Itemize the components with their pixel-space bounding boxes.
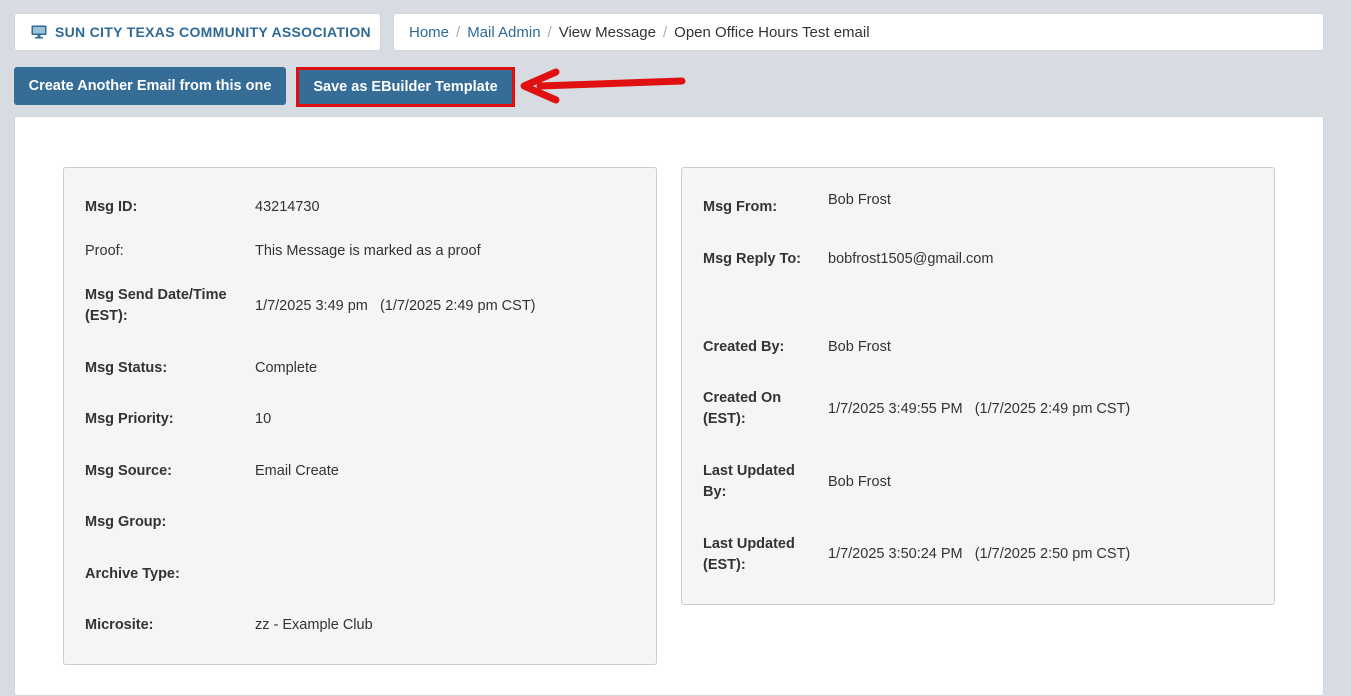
annotation-arrow-icon xyxy=(520,68,686,104)
created-by-value: Bob Frost xyxy=(828,339,891,355)
source-label: Msg Source: xyxy=(85,463,173,479)
breadcrumb-separator: / xyxy=(547,23,552,41)
send-date-value: 1/7/2025 3:49 pm (1/7/2025 2:49 pm CST) xyxy=(255,298,536,314)
updated-on-label-line2: (EST): xyxy=(703,557,746,573)
microsite-label: Microsite: xyxy=(85,617,154,633)
message-info-panel: Msg ID: 43214730 Proof: This Message is … xyxy=(63,167,657,665)
proof-label: Proof: xyxy=(85,243,124,259)
msg-id-label: Msg ID: xyxy=(85,199,138,215)
breadcrumb-current: Open Office Hours Test email xyxy=(674,23,870,41)
archive-type-label: Archive Type: xyxy=(85,566,180,582)
create-another-email-button[interactable]: Create Another Email from this one xyxy=(14,67,286,105)
breadcrumb-home[interactable]: Home xyxy=(409,24,449,41)
msg-reply-to-value: bobfrost1505@gmail.com xyxy=(828,251,994,267)
created-on-label-line2: (EST): xyxy=(703,411,746,427)
highlight-box: Save as EBuilder Template xyxy=(296,67,515,107)
save-template-button[interactable]: Save as EBuilder Template xyxy=(299,70,512,104)
updated-by-label-line2: By: xyxy=(703,484,727,500)
breadcrumb-separator: / xyxy=(456,23,461,41)
updated-by-value: Bob Frost xyxy=(828,474,891,490)
status-value: Complete xyxy=(255,360,318,376)
group-label: Msg Group: xyxy=(85,514,167,530)
created-on-value: 1/7/2025 3:49:55 PM (1/7/2025 2:49 pm CS… xyxy=(828,401,1131,417)
breadcrumb-separator: / xyxy=(663,23,668,41)
created-on-label: Created On (EST): xyxy=(703,388,781,430)
send-date-label-line1: Msg Send Date/Time xyxy=(85,287,227,303)
updated-on-label: Last Updated (EST): xyxy=(703,534,795,576)
updated-on-value: 1/7/2025 3:50:24 PM (1/7/2025 2:50 pm CS… xyxy=(828,546,1131,562)
priority-value: 10 xyxy=(255,411,272,427)
breadcrumb-view-message: View Message xyxy=(558,23,656,41)
msg-reply-to-label: Msg Reply To: xyxy=(703,251,802,267)
org-name: SUN CITY TEXAS COMMUNITY ASSOCIATION xyxy=(55,24,371,40)
priority-label: Msg Priority: xyxy=(85,411,174,427)
msg-id-value: 43214730 xyxy=(255,199,320,215)
msg-from-value: Bob Frost xyxy=(828,192,891,208)
created-on-label-line1: Created On xyxy=(703,390,782,406)
send-date-label-line2: (EST): xyxy=(85,308,128,324)
message-meta-panel: Msg From: Bob Frost Msg Reply To: bobfro… xyxy=(681,167,1275,605)
status-label: Msg Status: xyxy=(85,360,168,376)
msg-from-label: Msg From: xyxy=(703,199,778,215)
updated-on-label-line1: Last Updated xyxy=(703,536,795,552)
org-header[interactable]: SUN CITY TEXAS COMMUNITY ASSOCIATION xyxy=(14,13,381,51)
created-by-label: Created By: xyxy=(703,339,785,355)
updated-by-label-line1: Last Updated xyxy=(703,463,795,479)
breadcrumb: Home / Mail Admin / View Message / Open … xyxy=(393,13,1324,51)
monitor-icon xyxy=(31,25,47,39)
send-date-label: Msg Send Date/Time (EST): xyxy=(85,285,227,327)
updated-by-label: Last Updated By: xyxy=(703,461,795,503)
breadcrumb-mail-admin[interactable]: Mail Admin xyxy=(467,24,540,41)
source-value: Email Create xyxy=(255,463,339,479)
microsite-value: zz - Example Club xyxy=(255,617,373,633)
proof-value: This Message is marked as a proof xyxy=(255,243,481,259)
